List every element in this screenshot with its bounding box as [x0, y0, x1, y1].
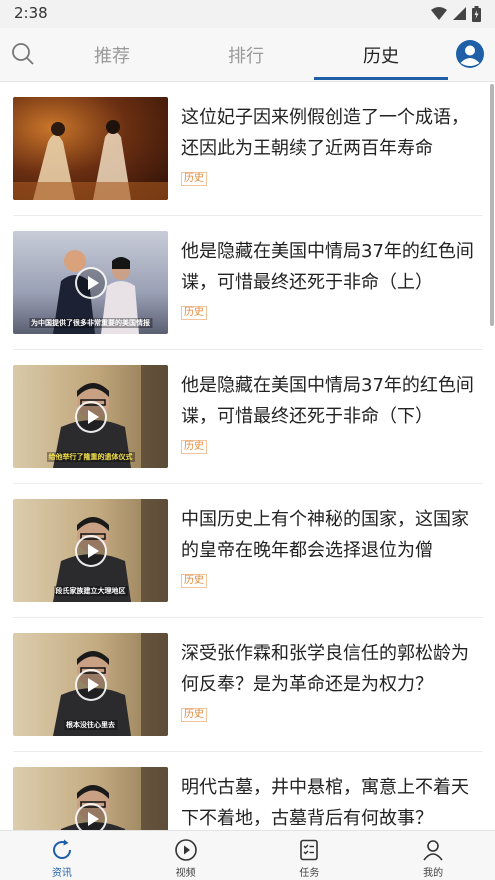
status-icons	[431, 6, 481, 22]
nav-label: 资讯	[51, 868, 72, 879]
bottom-navigation: 资讯 视频 任务 我的	[0, 830, 495, 880]
thumbnail-scene-image	[13, 120, 168, 200]
user-avatar-icon	[456, 40, 484, 68]
article-title[interactable]: 明代古墓，井中悬棺，寓意上不着天下不着地，古墓背后有何故事？	[181, 772, 483, 830]
list-item[interactable]: 这位妃子因来例假创造了一个成语，还因此为王朝续了近两百年寿命 历史	[13, 82, 483, 216]
battery-icon	[472, 6, 481, 22]
category-tag: 历史	[181, 440, 207, 454]
category-tag: 历史	[181, 708, 207, 722]
list-item[interactable]: 为中国提供了很多非常重要的美国情报 他是隐藏在美国中情局37年的红色间谍，可惜最…	[13, 216, 483, 350]
active-tab-indicator	[314, 77, 448, 80]
feed-scrollbar[interactable]	[490, 84, 494, 326]
category-tag: 历史	[181, 574, 207, 588]
tab-recommend[interactable]: 推荐	[62, 28, 162, 82]
article-title[interactable]: 中国历史上有个神秘的国家，这国家的皇帝在晚年都会选择退位为僧	[181, 504, 483, 566]
nav-tasks[interactable]: 任务	[248, 831, 372, 880]
play-circle-icon	[174, 839, 197, 861]
signal-icon	[453, 7, 466, 20]
user-profile-button[interactable]	[455, 39, 485, 69]
article-title[interactable]: 他是隐藏在美国中情局37年的红色间谍，可惜最终还死于非命（上）	[181, 236, 483, 298]
article-title[interactable]: 这位妃子因来例假创造了一个成语，还因此为王朝续了近两百年寿命	[181, 102, 483, 164]
news-feed: 这位妃子因来例假创造了一个成语，还因此为王朝续了近两百年寿命 历史 为中国提供了…	[0, 82, 495, 830]
thumbnail-caption: 段氏家族建立大理地区	[53, 586, 128, 596]
nav-label: 视频	[175, 868, 196, 879]
status-bar: 2:38	[0, 0, 495, 28]
list-item[interactable]: 根本没往心里去 深受张作霖和张学良信任的郭松龄为何反奉？是为革命还是为权力？ 历…	[13, 618, 483, 752]
status-time: 2:38	[14, 4, 48, 22]
article-title[interactable]: 深受张作霖和张学良信任的郭松龄为何反奉？是为革命还是为权力？	[181, 638, 483, 700]
category-tag: 历史	[181, 306, 207, 320]
top-navigation: 推荐 排行 历史	[0, 28, 495, 82]
play-icon	[75, 669, 107, 701]
article-title[interactable]: 他是隐藏在美国中情局37年的红色间谍，可惜最终还死于非命（下）	[181, 370, 483, 432]
list-item[interactable]: 给他举行了隆重的遗体仪式 他是隐藏在美国中情局37年的红色间谍，可惜最终还死于非…	[13, 350, 483, 484]
play-icon	[75, 535, 107, 567]
category-tag: 历史	[181, 172, 207, 186]
nav-mine[interactable]: 我的	[371, 831, 495, 880]
video-thumbnail[interactable]: 给他举行了隆重的遗体仪式	[13, 365, 168, 468]
wifi-icon	[431, 7, 447, 20]
video-thumbnail[interactable]	[13, 767, 168, 830]
nav-label: 我的	[423, 868, 444, 879]
thumbnail-caption: 根本没往心里去	[64, 720, 117, 730]
play-icon	[75, 401, 107, 433]
video-thumbnail[interactable]: 为中国提供了很多非常重要的美国情报	[13, 231, 168, 334]
search-icon	[12, 43, 34, 65]
nav-label: 任务	[299, 868, 320, 879]
list-item[interactable]: 明代古墓，井中悬棺，寓意上不着天下不着地，古墓背后有何故事？	[13, 752, 483, 830]
video-thumbnail[interactable]: 根本没往心里去	[13, 633, 168, 736]
nav-video[interactable]: 视频	[124, 831, 248, 880]
checklist-icon	[300, 839, 319, 861]
play-icon	[75, 803, 107, 830]
tab-ranking[interactable]: 排行	[196, 28, 296, 82]
list-item[interactable]: 段氏家族建立大理地区 中国历史上有个神秘的国家，这国家的皇帝在晚年都会选择退位为…	[13, 484, 483, 618]
nav-news[interactable]: 资讯	[0, 831, 124, 880]
play-icon	[75, 267, 107, 299]
person-icon	[423, 840, 443, 861]
thumbnail-caption: 为中国提供了很多非常重要的美国情报	[29, 318, 152, 328]
tab-history[interactable]: 历史	[331, 28, 431, 82]
search-button[interactable]	[8, 39, 38, 69]
video-thumbnail[interactable]: 段氏家族建立大理地区	[13, 499, 168, 602]
video-thumbnail[interactable]	[13, 97, 168, 200]
refresh-icon	[52, 839, 71, 859]
thumbnail-caption: 给他举行了隆重的遗体仪式	[46, 452, 135, 462]
